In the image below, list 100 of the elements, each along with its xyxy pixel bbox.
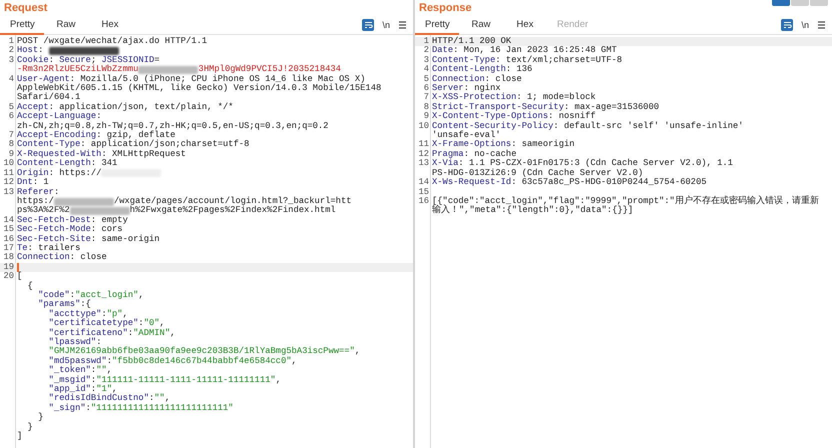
code-line: Connection: close	[432, 74, 523, 84]
code-line: }	[37, 413, 44, 423]
code-line: POST /wxgate/wechat/ajax.do HTTP/1.1	[17, 37, 208, 46]
code-line: "app_id":"1",	[48, 385, 118, 394]
code-line: {	[26, 282, 34, 291]
code-line: Content-Type: application/json;charset=utf-8	[17, 140, 250, 150]
wrap-toggle-button[interactable]	[781, 18, 794, 30]
code-line: X-Requested-With: XMLHttpRequest	[17, 150, 187, 159]
code-line: Content-Length: 341	[17, 159, 118, 168]
code-line: ]	[17, 432, 24, 442]
code-line: https:/ /wxgate/pages/account/login.html?_backurl=htt	[17, 196, 353, 206]
newline-toggle-button[interactable]: \n	[382, 20, 390, 30]
code-line: 输入！","meta":{"length":0},"data":{}}]	[432, 206, 634, 216]
line-number: 20	[2, 272, 14, 284]
code-line: Origin: https://	[17, 168, 413, 178]
line-number: 12	[2, 178, 14, 188]
menu-icon[interactable]	[817, 20, 826, 28]
code-line: X-Via: 1.1 PS-CZX-01Fn0175:3 (Cdn Cache Server V2.0), 1.1	[432, 159, 734, 168]
tab[interactable]: Hex	[503, 16, 547, 34]
panel-title: Request	[4, 1, 48, 15]
code-line: "accttype":"p",	[48, 310, 128, 319]
code-line: "GMJM26169abb6fbe03aa90fa9ee9c203B3B/1RlYaBmg5bA3iscPww==",	[48, 347, 362, 356]
code-line: AppleWebKit/605.1.15 (KHTML, like Gecko) Version/14.0.3 Mobile/15E148	[17, 84, 382, 94]
line-number: 6	[422, 84, 429, 94]
line-number: 16	[417, 196, 429, 208]
code-line: "_msgid":"111111-11111-1111-11111-11111111",	[48, 376, 282, 385]
line-number: 14	[417, 178, 429, 188]
code-line: 'unsafe-eval'	[432, 131, 501, 140]
line-number: 5	[422, 74, 429, 84]
code-line: }	[26, 422, 34, 432]
code-line: Dnt: 1	[17, 178, 50, 188]
code-editor[interactable]	[0, 35, 413, 448]
code-line: User-Agent: Mozilla/5.0 (iPhone; CPU iPhone OS 14_6 like Mac OS X)	[17, 74, 366, 84]
line-number: 14	[2, 216, 14, 225]
line-number: 11	[417, 140, 429, 150]
code-line: -Rm3n2RlzUE5CziLWbZzmmu 3HMpl0gWd9PVCI5J!2035218434	[17, 65, 342, 74]
line-number: 2	[8, 46, 14, 56]
code-editor[interactable]	[415, 35, 832, 448]
code-line: X-Ws-Request-Id: 63c57a8c_PS-HDG-010P0244_5754-60205	[432, 178, 708, 188]
code-line: Server: nginx	[432, 84, 501, 94]
line-number: 16	[2, 234, 14, 244]
code-line: [{"code":"acct_login","flag":"9999","prompt":"用户不存在或密码输入错误，请重新	[432, 196, 820, 206]
line-number: 9	[8, 150, 14, 159]
code-line: Strict-Transport-Security: max-age=31536000	[432, 102, 660, 112]
panel-title: Response	[419, 1, 472, 15]
line-number: 7	[422, 93, 429, 103]
code-line: HTTP/1.1 200 OK	[432, 37, 512, 46]
code-line: "md5passwd":"f5bb0c8de146c67b44babbf4e6584cc0",	[48, 356, 298, 366]
tab[interactable]: Raw	[459, 16, 503, 34]
line-number: 19	[2, 262, 14, 272]
line-number: 7	[8, 131, 14, 140]
code-line: Content-Security-Policy: default-src 'self' 'unsafe-inline'	[432, 122, 744, 131]
code-line: "params":{	[37, 300, 92, 310]
code-line: Accept-Encoding: gzip, deflate	[17, 131, 176, 140]
layout-toggle[interactable]	[772, 0, 790, 6]
layout-toggle[interactable]	[810, 0, 828, 6]
line-number: 17	[2, 244, 14, 253]
code-line: X-Content-Type-Options: nosniff	[432, 112, 597, 122]
code-line: Sec-Fetch-Dest: empty	[17, 216, 129, 225]
layout-toggle[interactable]	[791, 0, 809, 6]
code-line: Content-Type: text/xml;charset=UTF-8	[432, 56, 624, 65]
code-line: "redisIdBindCustno":"",	[48, 394, 172, 404]
code-line: "lpasswd":	[48, 338, 102, 347]
menu-icon[interactable]	[398, 20, 407, 28]
wrap-icon	[364, 20, 373, 28]
tab[interactable]: Raw	[44, 16, 88, 34]
line-number: 6	[8, 112, 14, 124]
newline-toggle-button[interactable]: \n	[801, 20, 809, 30]
line-number: 1	[422, 37, 429, 46]
code-line: Safari/604.1	[17, 93, 82, 102]
line-number: 12	[417, 150, 429, 159]
code-line: X-Frame-Options: sameorigin	[432, 140, 576, 150]
code-line: Connection: close	[17, 253, 108, 263]
code-line: Content-Length: 136	[432, 65, 534, 74]
line-number: 11	[2, 168, 14, 178]
line-number: 4	[8, 74, 14, 86]
code-line: "certificateno":"ADMIN",	[48, 328, 176, 338]
tab[interactable]: Hex	[88, 16, 132, 34]
code-line: "certificatetype":"0",	[48, 319, 166, 328]
line-number: 15	[417, 188, 429, 197]
line-number: 18	[2, 253, 14, 263]
line-number: 4	[422, 65, 429, 75]
code-line: ps%3A%2F%2 h%2Fwxgate%2Fpages%2Findex%2Findex.html	[17, 206, 337, 216]
code-line: Date: Mon, 16 Jan 2023 16:25:48 GMT	[432, 46, 618, 56]
line-number: 8	[8, 140, 14, 150]
code-line: Te: trailers	[17, 244, 81, 253]
line-number: 5	[8, 102, 14, 112]
code-line: "_token":"",	[48, 366, 114, 376]
wrap-icon	[782, 20, 792, 28]
code-line: Referer:	[17, 188, 60, 196]
code-line: Pragma: no-cache	[432, 150, 518, 159]
line-number: 3	[8, 56, 14, 67]
wrap-toggle-button[interactable]	[362, 18, 374, 30]
line-number: 15	[2, 225, 14, 235]
line-number: 13	[2, 188, 14, 198]
code-line: Cookie: Secure; JSESSIONID=	[17, 56, 161, 65]
code-line: "code":"acct_login",	[37, 290, 145, 300]
line-number: 3	[422, 56, 429, 65]
code-line: Accept-Language:	[17, 112, 102, 122]
code-line: Sec-Fetch-Site: same-origin	[17, 234, 161, 244]
